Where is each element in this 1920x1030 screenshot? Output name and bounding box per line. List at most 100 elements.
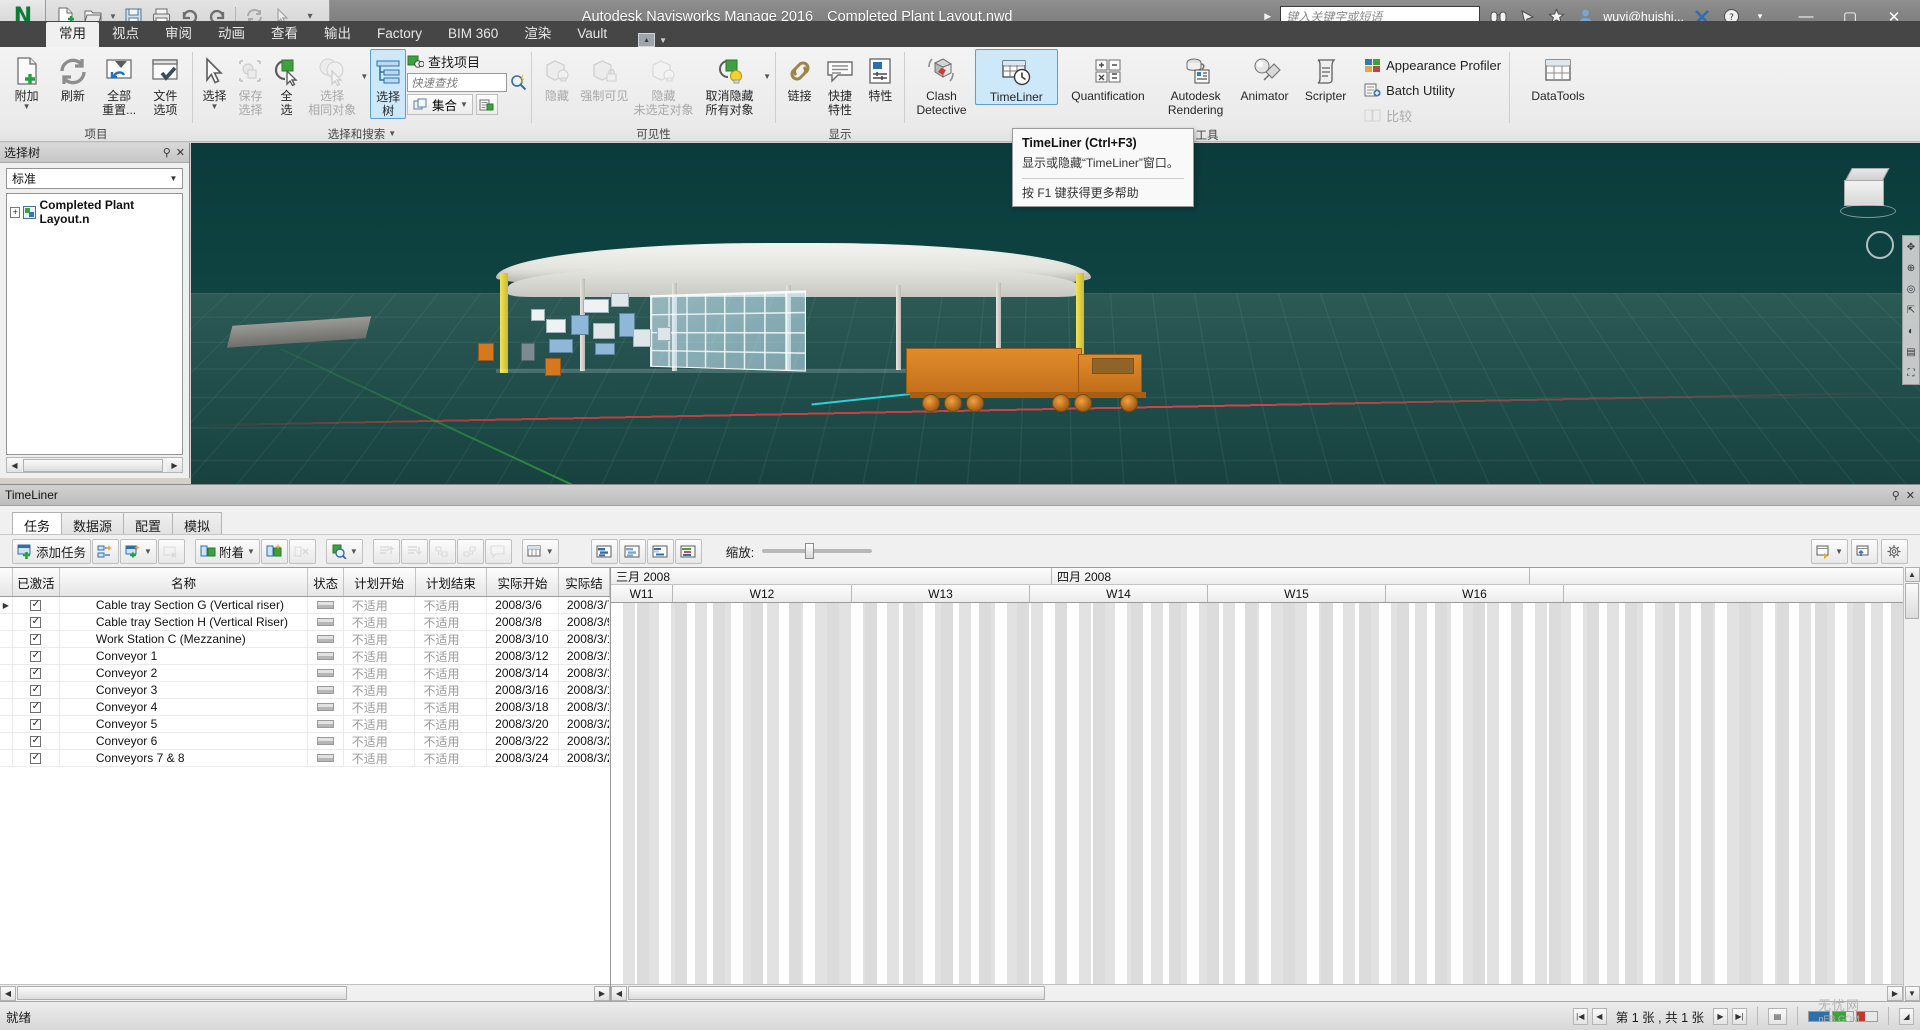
pin-icon[interactable]: ⚲ [1892,489,1900,502]
full-screen-icon[interactable]: ⛶ [1904,366,1918,380]
add-task-dropdown-button[interactable]: ▼ [120,538,157,564]
table-row[interactable]: ✓ Conveyor 2 不适用 不适用 2008/3/14 2008/3/1 [0,665,610,682]
table-row[interactable]: ✓ Conveyors 7 & 8 不适用 不适用 2008/3/24 2008/3/2 [0,750,610,767]
selection-tree-mode-select[interactable]: 标准 ▼ [6,168,183,189]
attach-button[interactable]: 附加 ▼ [4,49,49,111]
import-button[interactable] [1851,538,1878,564]
add-task-button[interactable]: 添加任务 [12,538,92,564]
tab-data-sources[interactable]: 数据源 [61,512,125,534]
row-selector[interactable] [0,682,13,698]
ribbon-tab-view[interactable]: 查看 [258,22,311,47]
appearance-profiler-button[interactable]: Appearance Profiler [1360,54,1505,77]
chevron-down-icon[interactable]: ▼ [350,547,358,555]
checkbox-icon[interactable]: ✓ [30,667,42,679]
scrollbar-thumb[interactable] [628,986,1045,1000]
ribbon-tab-review[interactable]: 审阅 [152,22,205,47]
chevron-down-icon[interactable]: ▼ [165,169,182,188]
clash-detective-button[interactable]: Clash Detective [909,49,974,117]
autodesk-rendering-button[interactable]: Autodesk Rendering [1158,49,1233,117]
last-page-button[interactable]: ▶| [1732,1007,1747,1025]
gantt-body[interactable] [611,603,1903,984]
sheet-browser-button[interactable]: ▤ [1768,1007,1787,1025]
scroll-up-icon[interactable]: ▲ [1904,567,1920,582]
row-selector[interactable] [0,716,13,732]
scroll-down-icon[interactable]: ▼ [1904,986,1920,1001]
chevron-down-icon[interactable]: ▼ [659,36,667,45]
find-button[interactable]: ▼ [325,538,363,564]
pan-icon[interactable]: ✥ [1904,240,1918,254]
task-grid-hscrollbar[interactable]: ◀ ▶ [0,984,610,1001]
chevron-down-icon[interactable]: ▼ [460,101,468,109]
gantt-vscrollbar[interactable]: ▲ ▼ [1903,567,1920,1001]
gantt-view-4-button[interactable] [674,538,702,564]
selection-tree-list[interactable]: + Completed Plant Layout.n [6,193,183,455]
column-header-planned-end[interactable]: 计划结束 [416,568,488,596]
scroll-right-icon[interactable]: ▶ [594,985,610,1001]
table-row[interactable]: ✓ Conveyor 5 不适用 不适用 2008/3/20 2008/3/2 [0,716,610,733]
orbit-icon[interactable]: ◎ [1904,282,1918,296]
column-header-actual-start[interactable]: 实际开始 [487,568,559,596]
tab-configure[interactable]: 配置 [123,512,174,534]
pin-icon[interactable]: ⚲ [163,146,171,159]
row-selector[interactable] [0,648,13,664]
zoom-slider[interactable] [762,543,873,559]
view-cube-front-face[interactable] [1844,180,1884,206]
chevron-down-icon[interactable]: ▼ [247,547,255,555]
expand-icon[interactable]: + [10,206,21,218]
row-active-checkbox[interactable]: ✓ [13,665,60,681]
chevron-down-icon[interactable]: ▼ [23,103,31,111]
table-row[interactable]: ✓ Conveyor 4 不适用 不适用 2008/3/18 2008/3/1 [0,699,610,716]
chevron-down-icon[interactable]: ▼ [1835,547,1843,555]
row-selector[interactable] [0,750,13,766]
checkbox-icon[interactable]: ✓ [30,633,42,645]
gantt-view-3-button[interactable] [646,538,674,564]
gantt-view-1-button[interactable] [590,538,618,564]
quick-find-input[interactable]: 快速查找 [406,73,507,92]
column-header-planned-start[interactable]: 计划开始 [344,568,416,596]
properties-button[interactable]: 特性 [861,49,900,103]
scrollbar-thumb[interactable] [17,986,347,1000]
ribbon-tab-animation[interactable]: 动画 [205,22,258,47]
row-active-checkbox[interactable]: ✓ [13,648,60,664]
row-active-checkbox[interactable]: ✓ [13,682,60,698]
quick-find-search-icon[interactable] [510,74,527,91]
chevron-down-icon[interactable]: ▼ [546,547,554,555]
table-row[interactable]: ✓ Conveyor 1 不适用 不适用 2008/3/12 2008/3/1 [0,648,610,665]
table-row[interactable]: ▶ ✓ Cable tray Section G (Vertical riser) 不… [0,597,610,614]
chevron-down-icon[interactable]: ▼ [211,103,219,111]
row-selector[interactable] [0,699,13,715]
checkbox-icon[interactable]: ✓ [30,599,42,611]
attach-button[interactable]: 附着 ▼ [194,538,260,564]
scroll-left-icon[interactable]: ◀ [7,458,22,472]
tab-simulate[interactable]: 模拟 [172,512,223,534]
chevron-down-icon[interactable]: ▼ [763,72,771,80]
row-active-checkbox[interactable]: ✓ [13,597,60,613]
zoom-slider-thumb[interactable] [805,543,815,559]
task-grid-body[interactable]: ▶ ✓ Cable tray Section G (Vertical riser) 不… [0,597,610,984]
row-active-checkbox[interactable]: ✓ [13,750,60,766]
selection-tree-hscrollbar[interactable]: ◀ ▶ [6,457,183,473]
auto-attach-button[interactable] [260,538,288,564]
animator-button[interactable]: Animator [1234,49,1295,103]
row-active-checkbox[interactable]: ✓ [13,733,60,749]
close-icon[interactable]: ✕ [1906,489,1915,502]
select-all-button[interactable]: 全 选 [269,49,304,117]
export-button[interactable]: ▼ [1811,538,1848,564]
checkbox-icon[interactable]: ✓ [30,701,42,713]
quantification-button[interactable]: Quantification [1059,49,1157,103]
find-items-button[interactable]: 查找项目 [407,52,527,71]
resize-grip[interactable]: ◢ [1899,1007,1914,1025]
settings-button[interactable] [1881,538,1908,564]
auto-add-tasks-button[interactable] [92,538,120,564]
row-selector[interactable] [0,665,13,681]
chevron-down-icon[interactable]: ▼ [360,72,368,80]
table-row[interactable]: ✓ Conveyor 3 不适用 不适用 2008/3/16 2008/3/1 [0,682,610,699]
close-icon[interactable]: ✕ [176,146,185,159]
row-active-checkbox[interactable]: ✓ [13,716,60,732]
gantt-view-2-button[interactable] [618,538,646,564]
batch-utility-button[interactable]: Batch Utility [1360,79,1505,102]
quick-properties-button[interactable]: 快捷 特性 [820,49,859,117]
ribbon-minimize-control[interactable]: ▲ ▼ [638,33,667,47]
columns-button[interactable]: ▼ [521,538,559,564]
ribbon-tab-home[interactable]: 常用 [46,22,99,47]
